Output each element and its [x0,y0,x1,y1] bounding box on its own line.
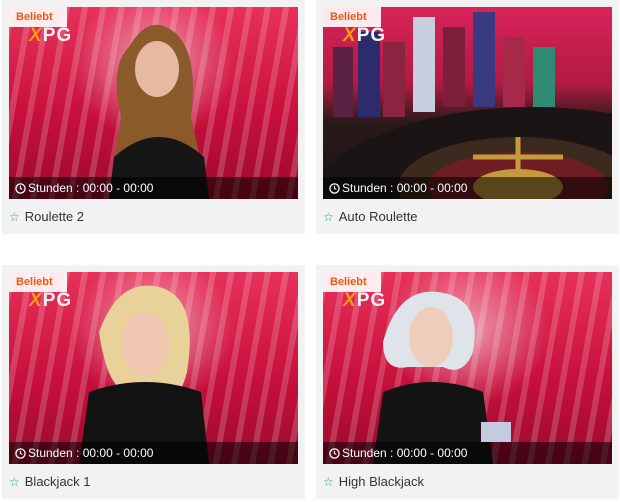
provider-logo: XPG [343,290,387,311]
star-icon[interactable]: ☆ [9,475,20,489]
clock-icon [329,182,340,194]
game-title-row[interactable]: ☆ Auto Roulette [316,199,619,234]
clock-icon [329,447,340,459]
provider-logo: XPG [29,25,73,46]
game-title: Blackjack 1 [24,474,91,489]
hours-text: Stunden : 00:00 - 00:00 [342,446,468,460]
game-title: Roulette 2 [24,209,85,224]
hours-text: Stunden : 00:00 - 00:00 [342,181,468,195]
popular-badge: Beliebt [9,7,67,27]
game-card-auto-roulette[interactable]: Beliebt XPG Stunden : 00:00 - 00:00 ☆ Au… [316,0,619,234]
game-thumbnail[interactable]: Beliebt XPG Stunden : 00:00 - 00:00 [323,7,612,199]
provider-logo: XPG [343,25,387,46]
hours-bar: Stunden : 00:00 - 00:00 [9,442,298,464]
star-icon[interactable]: ☆ [9,210,20,224]
hours-text: Stunden : 00:00 - 00:00 [28,181,154,195]
game-thumbnail[interactable]: Beliebt XPG Stunden : 00:00 - 00:00 [323,272,612,464]
hours-text: Stunden : 00:00 - 00:00 [28,446,154,460]
star-icon[interactable]: ☆ [323,210,334,224]
game-card-blackjack-1[interactable]: Beliebt XPG Stunden : 00:00 - 00:00 ☆ Bl… [2,265,305,499]
hours-bar: Stunden : 00:00 - 00:00 [323,442,612,464]
game-title: High Blackjack [338,474,425,489]
game-title-row[interactable]: ☆ Blackjack 1 [2,464,305,499]
popular-badge: Beliebt [9,272,67,292]
hours-bar: Stunden : 00:00 - 00:00 [9,177,298,199]
game-title-row[interactable]: ☆ Roulette 2 [2,199,305,234]
game-thumbnail[interactable]: Beliebt XPG Stunden : 00:00 - 00:00 [9,7,298,199]
provider-logo: XPG [29,290,73,311]
game-card-roulette-2[interactable]: Beliebt XPG Stunden : 00:00 - 00:00 ☆ Ro… [2,0,305,234]
game-title-row[interactable]: ☆ High Blackjack [316,464,619,499]
clock-icon [15,447,26,459]
clock-icon [15,182,26,194]
hours-bar: Stunden : 00:00 - 00:00 [323,177,612,199]
game-card-high-blackjack[interactable]: Beliebt XPG Stunden : 00:00 - 00:00 ☆ Hi… [316,265,619,499]
popular-badge: Beliebt [323,272,381,292]
popular-badge: Beliebt [323,7,381,27]
game-thumbnail[interactable]: Beliebt XPG Stunden : 00:00 - 00:00 [9,272,298,464]
star-icon[interactable]: ☆ [323,475,334,489]
game-title: Auto Roulette [338,209,418,224]
